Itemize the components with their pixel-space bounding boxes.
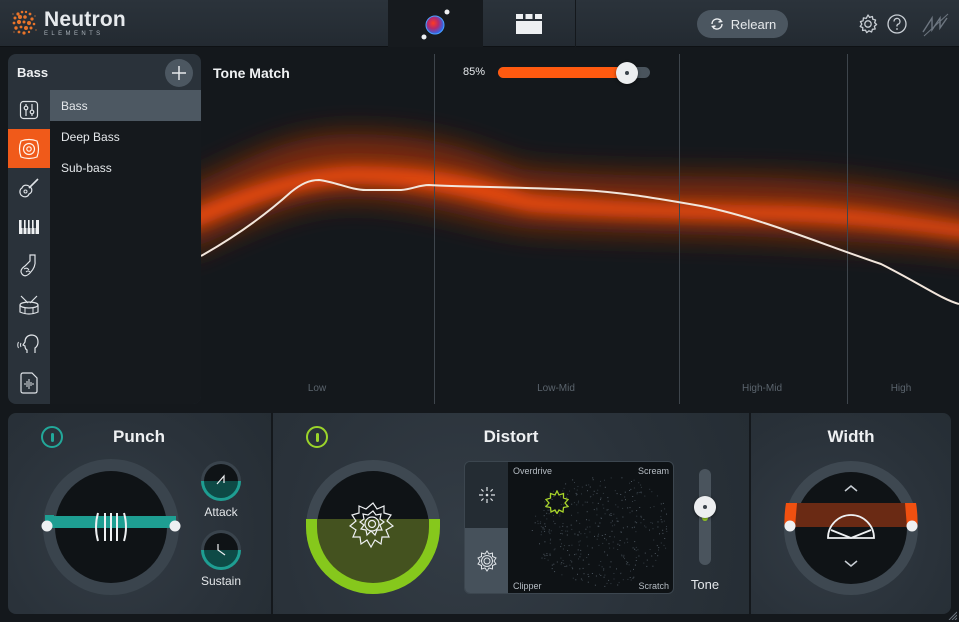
corner-label-scratch: Scratch [638, 581, 669, 591]
punch-knob-handle-right [169, 520, 181, 532]
corner-label-overdrive: Overdrive [513, 466, 553, 476]
band-label-low-mid: Low-Mid [537, 383, 575, 394]
category-drums[interactable] [8, 285, 50, 324]
modules-icon [516, 13, 542, 34]
tab-mixer-view[interactable] [483, 0, 576, 47]
punch-knob-handle-left [41, 520, 53, 532]
preset-label: Deep Bass [61, 129, 120, 144]
distort-amount-knob[interactable] [305, 459, 441, 595]
amount-slider-fill [498, 67, 627, 78]
help-button[interactable] [885, 12, 909, 36]
app-subtitle: ELEMENTS [44, 31, 104, 37]
sustain-knob[interactable] [200, 529, 242, 571]
tone-label: Tone [690, 577, 720, 592]
plus-icon [172, 66, 186, 80]
tone-match-title: Tone Match [213, 65, 290, 81]
app-title: Neutron [44, 8, 126, 31]
xy-field-noise [531, 477, 668, 587]
instrument-category-list [8, 90, 50, 404]
category-bass[interactable] [8, 129, 50, 168]
xy-puck[interactable] [545, 490, 569, 514]
tone-match-display[interactable]: Tone Match 85% Low Low-Mid High-Mid High [201, 54, 959, 404]
relearn-button[interactable]: Relearn [697, 10, 788, 38]
sustain-label: Sustain [200, 574, 242, 588]
distort-style-pad: Overdrive Scream Clipper Scratch [464, 461, 674, 594]
width-amount-knob[interactable] [783, 460, 919, 596]
target-spectrum-band [201, 134, 959, 251]
amount-slider-thumb[interactable] [616, 62, 638, 84]
instrument-panel: Bass Bass Deep Bass Sub-bass [8, 54, 201, 404]
width-title: Width [827, 427, 875, 446]
neutron-elements-window: Neutron ELEMENTS Relearn Bass Bass Deep … [0, 0, 959, 622]
relearn-label: Relearn [730, 16, 777, 32]
category-guitar[interactable] [8, 168, 50, 207]
punch-module: Punch Attack Sustain [8, 413, 271, 614]
distort-power-button[interactable] [306, 426, 328, 448]
punch-power-button[interactable] [41, 426, 63, 448]
saturate-icon [476, 550, 497, 572]
preset-label: Sub-bass [61, 160, 112, 175]
settings-icon [859, 14, 878, 34]
band-label-low: Low [307, 383, 327, 394]
burst-icon [478, 487, 495, 503]
category-keys[interactable] [8, 207, 50, 246]
piano-icon [19, 219, 39, 234]
band-label-high: High [890, 383, 912, 394]
distort-mode-saturate[interactable] [465, 528, 508, 593]
instrument-title: Bass [17, 65, 49, 80]
distort-mode-burst[interactable] [465, 462, 508, 528]
add-preset-button[interactable] [165, 59, 193, 87]
voice-icon [17, 333, 39, 353]
distort-module: Distort Overdrive Scream Clipper Scratch… [273, 413, 749, 614]
tone-match-amount-value: 85% [463, 66, 486, 78]
attack-knob[interactable] [200, 460, 242, 502]
tone-match-graph [201, 54, 959, 404]
refresh-icon [710, 18, 723, 30]
attack-label: Attack [204, 505, 238, 519]
corner-label-scream: Scream [637, 466, 669, 476]
distort-tone-slider[interactable] [694, 469, 716, 565]
orb-icon [421, 9, 449, 39]
category-brass[interactable] [8, 246, 50, 285]
resize-grip-icon[interactable] [947, 610, 957, 620]
band-label-high-mid: High-Mid [741, 383, 783, 394]
punch-amount-knob[interactable] [36, 457, 186, 597]
distort-title: Distort [483, 427, 539, 446]
preset-label: Bass [61, 98, 88, 113]
neutron-logo: Neutron ELEMENTS [10, 8, 126, 38]
width-knob-handle-left [784, 520, 796, 532]
category-audio-file[interactable] [8, 363, 50, 402]
neutron-logo-icon [12, 10, 37, 35]
distort-xy-field[interactable]: Overdrive Scream Clipper Scratch [508, 462, 673, 593]
category-voice[interactable] [8, 324, 50, 363]
bass-speaker-icon [18, 138, 40, 159]
corner-label-clipper: Clipper [513, 581, 542, 591]
preset-item-sub-bass[interactable]: Sub-bass [50, 152, 201, 183]
width-module: Width [751, 413, 951, 614]
drum-icon [19, 295, 39, 315]
izotope-logo-icon [922, 13, 949, 37]
brass-icon [20, 253, 36, 276]
preset-item-deep-bass[interactable]: Deep Bass [50, 121, 201, 152]
audio-file-icon [20, 371, 38, 394]
punch-title: Punch [113, 427, 165, 446]
izotope-logo[interactable] [920, 12, 950, 37]
tone-match-amount-slider[interactable] [498, 62, 650, 84]
tab-tone-match-view[interactable] [388, 0, 483, 47]
settings-button[interactable] [856, 12, 880, 36]
width-knob-handle-right [906, 520, 918, 532]
help-icon [887, 14, 907, 34]
top-bar: Neutron ELEMENTS Relearn [0, 0, 959, 47]
guitar-icon [19, 177, 39, 197]
tone-slider-thumb[interactable] [694, 496, 716, 518]
preset-list: Bass Deep Bass Sub-bass [50, 90, 201, 404]
category-mixer[interactable] [8, 90, 50, 129]
preset-item-bass[interactable]: Bass [50, 90, 201, 121]
mixer-icon [19, 100, 39, 119]
